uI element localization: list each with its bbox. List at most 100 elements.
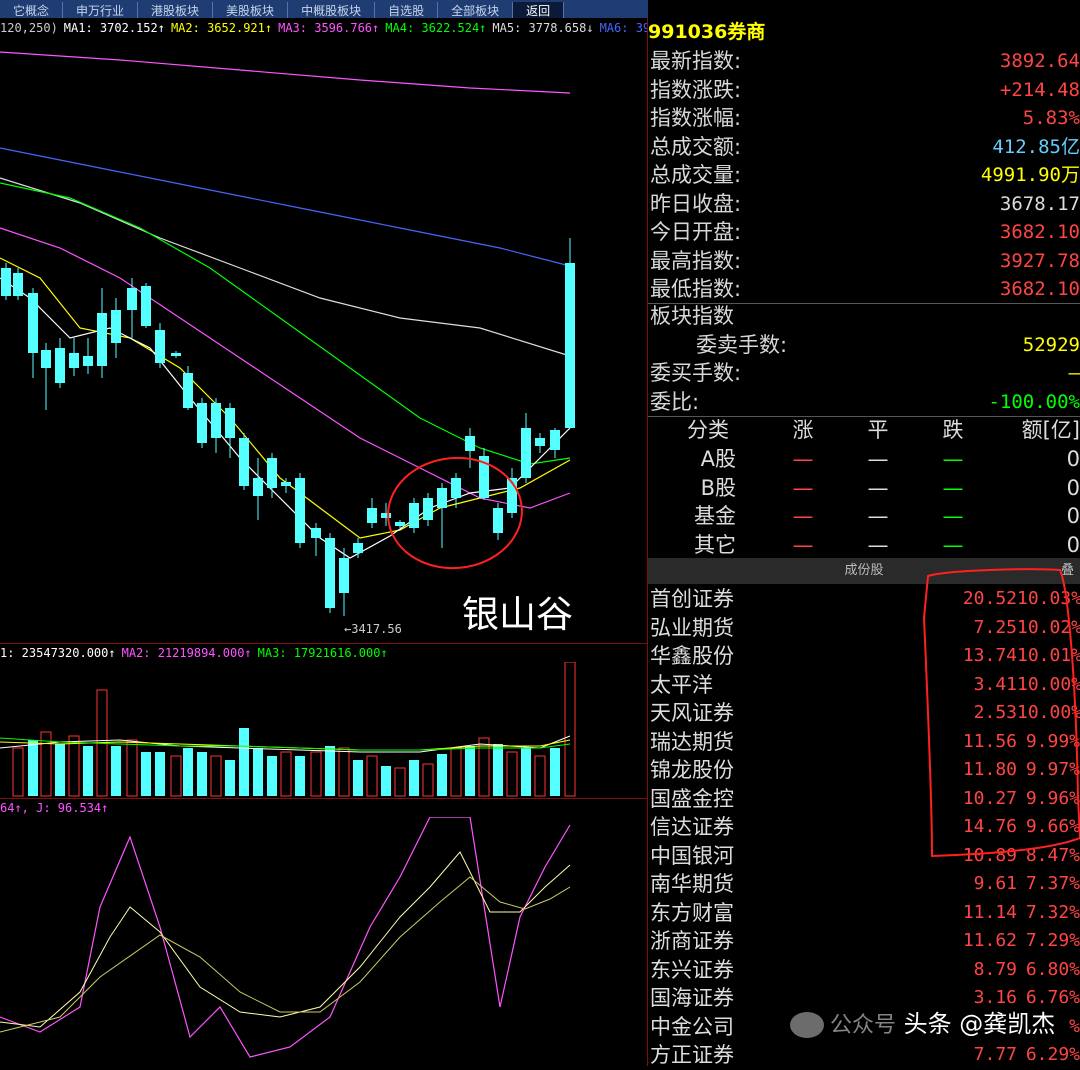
grid-cell: A股 [700,447,736,471]
order-row-label: 委买手数: [650,361,742,385]
candle-18 [253,478,263,496]
ma-legend-item-4: MA4: 3622.524↑ [385,21,487,35]
volume-bar-7 [111,746,121,796]
quote-row-value: 4991.90万 [980,164,1080,186]
volume-bar-5 [83,746,93,796]
candle-40 [565,263,575,428]
quote-panel: 991036券商 最新指数: 3892.64 指数涨跌: +214.48 指数涨幅: 5.… [648,18,1080,1067]
quote-row-label: 指数涨跌: [650,77,742,102]
ma-legend-item-3: MA3: 3596.766↑ [278,21,380,35]
candle-0 [1,268,11,296]
order-row-label: 板块指数 [650,304,734,328]
candle-12 [171,353,181,356]
order-row-2: 委买手数: — [648,359,1080,388]
grid-cell: — [867,532,889,557]
candle-19 [267,458,277,488]
grid-cell: B股 [700,475,736,500]
grid-row-2[interactable]: 基金 — — — 0 [648,502,1080,531]
ma-legend-item-6: MA6: 3900 [599,21,648,35]
order-row-value: -100.00% [988,390,1080,413]
candlestick-chart[interactable] [0,38,648,644]
stock-name: 方正证券 [650,1043,734,1067]
grid-header-cell: 跌 [942,418,964,442]
order-row-value: — [1068,362,1080,384]
tab-7[interactable]: 返回 [513,2,565,18]
silver-valley-circle [387,456,523,570]
index-name: 券商 [727,21,766,43]
volume-bar-16 [239,728,249,796]
candle-20 [281,482,291,486]
volume-bar-1 [28,740,38,796]
candle-38 [535,438,545,446]
candle-4 [55,348,65,383]
quote-row-3: 总成交额: 412.85亿 [648,133,1080,162]
candle-3 [41,350,51,368]
volume-legend: 1: 23547320.000↑ MA2: 21219894.000↑ MA3: 1… [0,644,648,662]
volume-bar-13 [197,752,207,796]
volume-bar-20 [295,756,305,796]
grid-cell: — [867,447,889,471]
quote-row-label: 总成交额: [650,134,742,159]
ma-line-1 [0,51,571,94]
quote-row-value: 3682.10 [999,278,1080,300]
grid-row-1[interactable]: B股 — — — 0 [648,474,1080,503]
vol-legend-item-0: 1: 23547320.000↑ [0,646,116,660]
candle-17 [239,438,249,486]
quote-row-value: 3927.78 [999,249,1080,272]
candle-25 [353,543,363,553]
volume-bar-33 [478,737,490,797]
tab-5[interactable]: 自选股 [375,2,439,18]
grid-row-3[interactable]: 其它 — — — 0 [648,531,1080,560]
candle-33 [465,436,475,451]
index-code-row: 991036券商 [648,18,1080,46]
kdj-chart[interactable] [0,817,648,1066]
volume-bar-10 [155,752,165,796]
stock-row[interactable]: 方正证券 7.77 6.29% [648,1041,1080,1070]
grid-cell: 0 [1066,504,1080,528]
tab-3[interactable]: 美股板块 [213,2,289,18]
candle-37 [521,428,531,478]
low-price-label: ←3417.56 [344,622,402,636]
candle-24 [339,558,349,593]
ma-legend-item-0: 120,250) [0,21,58,35]
candle-8 [111,310,121,343]
candle-16 [225,408,235,438]
candle-31 [437,488,447,508]
volume-chart[interactable] [0,662,648,798]
ma-legend-item-1: MA1: 3702.152↑ [63,21,165,35]
tab-0[interactable]: 它概念 [0,2,64,18]
candle-32 [451,478,461,498]
candle-5 [69,353,79,368]
tab-6[interactable]: 全部板块 [438,2,514,18]
grid-cell: — [942,475,964,500]
grid-cell: — [792,532,814,557]
candle-35 [493,508,503,533]
grid-cell: 其它 [694,532,736,557]
quote-row-0: 最新指数: 3892.64 [648,47,1080,76]
grid-cell: 基金 [694,504,736,528]
volume-bar-29 [422,763,434,797]
candle-2 [28,293,38,353]
kdj-k-line [0,851,571,1028]
grid-cell: — [942,504,964,528]
grid-cell: 0 [1066,532,1080,557]
grid-cell: — [792,447,814,471]
volume-bar-23 [338,747,350,797]
kdj-legend: 64↑, J: 96.534↑ [0,799,648,817]
quote-row-label: 最新指数: [650,49,742,73]
tab-4[interactable]: 中概股板块 [288,2,376,18]
ma-legend-item-5: MA5: 3778.658↓ [492,21,594,35]
quote-row-label: 最高指数: [650,248,742,273]
quote-row-5: 昨日收盘: 3678.17 [648,190,1080,219]
kdj-legend-item-0: 64↑, J: 96.534↑ [0,801,109,815]
order-row-0: 板块指数 [648,302,1080,331]
tab-2[interactable]: 港股板块 [138,2,214,18]
volume-bar-30 [437,754,447,796]
candle-9 [127,288,137,310]
quote-row-7: 最高指数: 3927.78 [648,247,1080,276]
tab-1[interactable]: 申万行业 [63,2,139,18]
volume-bar-34 [493,744,503,796]
volume-bar-35 [506,751,518,797]
candle-6 [83,356,93,366]
grid-row-0[interactable]: A股 — — — 0 [648,445,1080,474]
